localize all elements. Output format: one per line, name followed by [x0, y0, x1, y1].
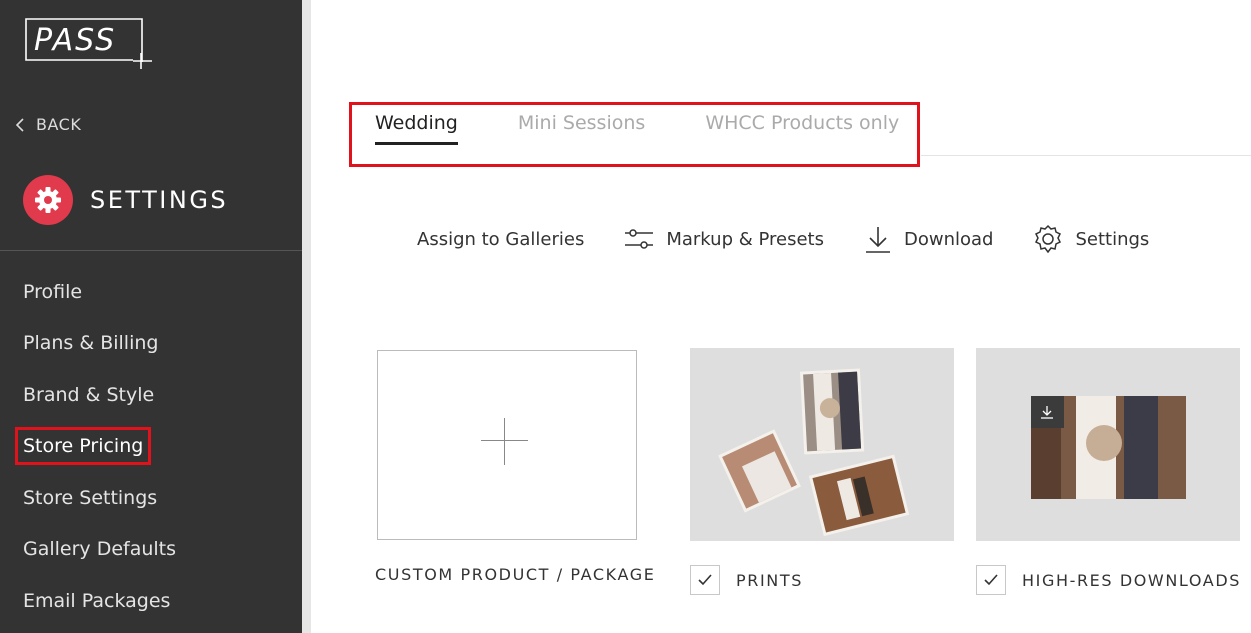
logo-text: PASS	[34, 23, 116, 58]
check-icon	[698, 574, 712, 586]
toolbar: Assign to Galleries Markup & Presets Dow…	[417, 224, 1189, 254]
high-res-downloads-option: HIGH-RES DOWNLOADS	[976, 565, 1241, 595]
sidebar-divider	[0, 250, 302, 251]
sliders-icon	[625, 229, 654, 249]
price-sheet-tabs: Wedding Mini Sessions WHCC Products only	[375, 112, 899, 145]
sidebar-item-label: Store Pricing	[14, 427, 152, 466]
high-res-checkbox[interactable]	[976, 565, 1006, 595]
gear-outline-icon	[1035, 224, 1062, 254]
settings-button[interactable]: Settings	[1033, 224, 1149, 254]
settings-title: SETTINGS	[90, 186, 229, 214]
back-link[interactable]: BACK	[14, 115, 81, 134]
download-icon	[1041, 406, 1053, 419]
sidebar-item-label: Plans & Billing	[23, 332, 159, 355]
tabs-underline	[921, 155, 1251, 156]
download-icon	[865, 227, 890, 253]
main-content: Wedding Mini Sessions WHCC Products only…	[311, 0, 1251, 633]
sidebar-item-label: Email Packages	[23, 589, 171, 612]
tab-whcc-products-only[interactable]: WHCC Products only	[705, 112, 899, 145]
prints-checkbox[interactable]	[690, 565, 720, 595]
back-label: BACK	[36, 115, 82, 134]
high-res-image	[976, 348, 1240, 541]
chevron-left-icon	[15, 117, 24, 132]
assign-label: Assign to Galleries	[417, 228, 585, 250]
download-button[interactable]: Download	[864, 224, 993, 254]
sidebar-item-label: Profile	[23, 280, 83, 303]
sidebar-item-label: Brand & Style	[23, 383, 155, 406]
settings-header: SETTINGS	[23, 175, 228, 225]
tab-wedding[interactable]: Wedding	[375, 112, 458, 145]
sidebar-item-store-pricing[interactable]: Store Pricing	[0, 421, 302, 473]
custom-product-card[interactable]	[377, 350, 637, 540]
prints-card[interactable]	[690, 348, 954, 541]
settings-label: Settings	[1075, 228, 1150, 250]
gear-icon	[35, 187, 61, 213]
sidebar: PASS BACK SETTINGS Profile Plans & Billi…	[0, 0, 302, 633]
plus-icon-vertical	[504, 418, 505, 465]
prints-label: PRINTS	[736, 570, 803, 590]
pass-logo[interactable]: PASS	[24, 17, 154, 71]
markup-label: Markup & Presets	[666, 228, 824, 250]
assign-to-galleries-button[interactable]: Assign to Galleries	[417, 229, 584, 250]
sidebar-item-email-packages[interactable]: Email Packages	[0, 575, 302, 627]
high-res-downloads-card[interactable]	[976, 348, 1240, 541]
sidebar-edge	[302, 0, 311, 633]
settings-nav: Profile Plans & Billing Brand & Style St…	[0, 266, 302, 627]
high-res-label: HIGH-RES DOWNLOADS	[1022, 570, 1242, 590]
sidebar-item-gallery-defaults[interactable]: Gallery Defaults	[0, 524, 302, 576]
settings-badge	[23, 175, 73, 225]
tab-mini-sessions[interactable]: Mini Sessions	[518, 112, 645, 145]
prints-image	[690, 348, 954, 541]
sidebar-item-store-settings[interactable]: Store Settings	[0, 472, 302, 524]
download-label: Download	[903, 228, 994, 250]
sidebar-item-plans-billing[interactable]: Plans & Billing	[0, 318, 302, 370]
prints-option: PRINTS	[690, 565, 803, 595]
sidebar-item-label: Store Settings	[23, 486, 158, 509]
check-icon	[984, 574, 998, 586]
sidebar-item-label: Gallery Defaults	[23, 538, 177, 561]
custom-product-label: CUSTOM PRODUCT / PACKAGE	[375, 565, 656, 584]
sidebar-item-profile[interactable]: Profile	[0, 266, 302, 318]
sidebar-item-brand-style[interactable]: Brand & Style	[0, 369, 302, 421]
markup-presets-button[interactable]: Markup & Presets	[624, 228, 824, 250]
